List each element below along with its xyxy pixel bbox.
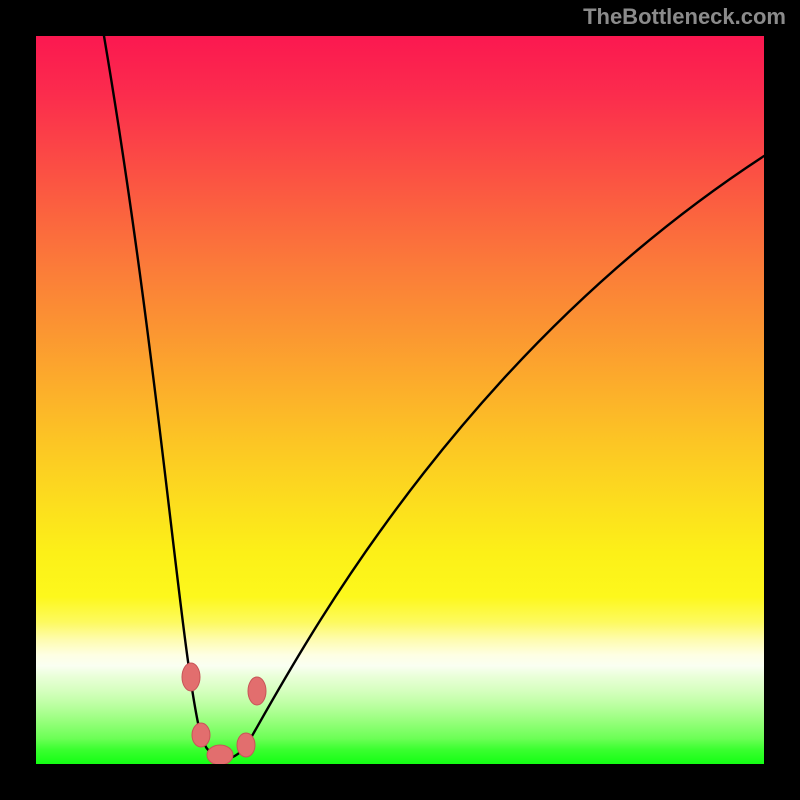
marker-right-lower <box>237 733 255 757</box>
watermark-text: TheBottleneck.com <box>583 4 786 30</box>
plot-area <box>36 36 764 764</box>
chart-frame: TheBottleneck.com <box>0 0 800 800</box>
markers <box>182 663 266 764</box>
marker-right-upper <box>248 677 266 705</box>
bottleneck-curve <box>104 36 764 759</box>
curves-layer <box>36 36 764 764</box>
marker-center <box>207 745 233 764</box>
marker-left-upper <box>182 663 200 691</box>
marker-left-lower <box>192 723 210 747</box>
